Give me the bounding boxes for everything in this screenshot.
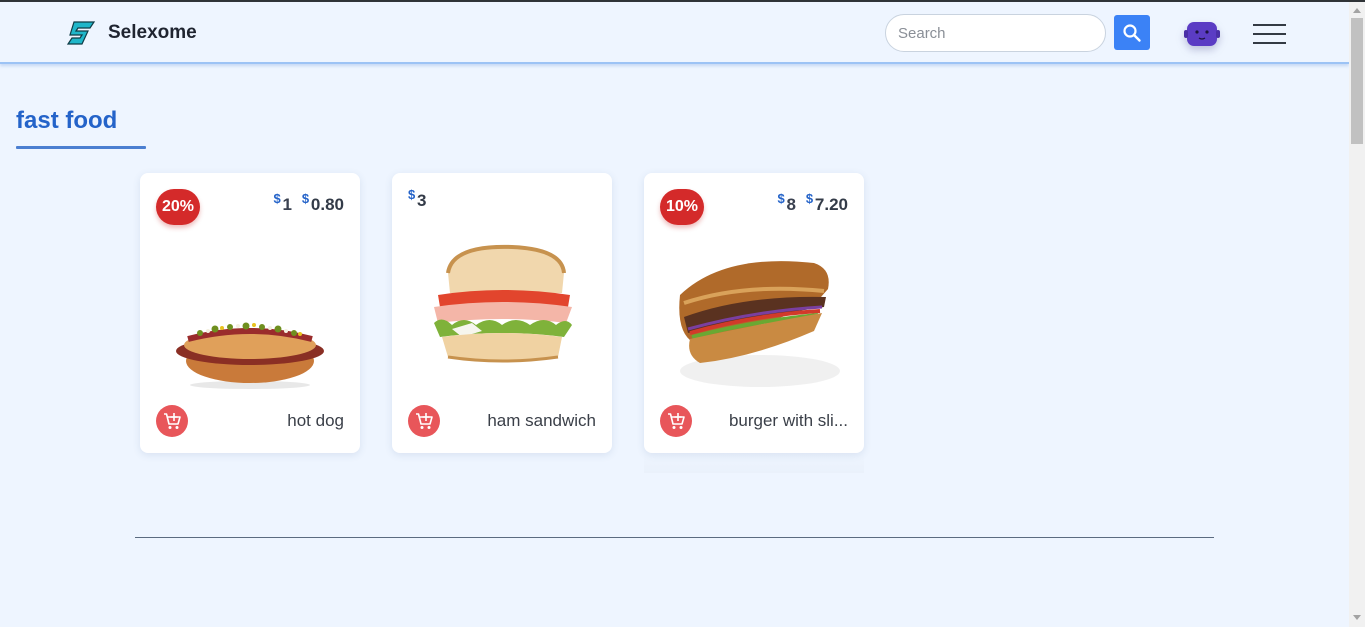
- scroll-down-arrow-icon[interactable]: [1353, 615, 1361, 620]
- product-name[interactable]: burger with sli...: [729, 411, 848, 431]
- sub-sandwich-image: [679, 261, 840, 387]
- old-price-value: 8: [786, 195, 796, 214]
- add-to-cart-button[interactable]: [660, 405, 692, 437]
- current-price: $7.20: [806, 191, 848, 215]
- discount-badge: 10%: [660, 189, 704, 225]
- price-group: $1 $0.80: [273, 191, 344, 215]
- currency-symbol: $: [777, 191, 785, 206]
- price-value: 3: [417, 191, 427, 210]
- product-card-burger[interactable]: 10% $8 $7.20 burger with sli...: [644, 173, 864, 453]
- category-underline: [16, 146, 146, 149]
- menu-bar: [1253, 24, 1286, 26]
- ham-sandwich-image: [434, 244, 572, 363]
- card-shadow-area: [644, 453, 864, 473]
- old-price-value: 1: [282, 195, 292, 214]
- currency-symbol: $: [273, 191, 281, 206]
- old-price: $1: [273, 191, 292, 215]
- price-value: 7.20: [814, 195, 848, 214]
- cart-plus-icon: [668, 413, 685, 429]
- cart-plus-icon: [416, 413, 433, 429]
- hot-dog-image: [176, 322, 324, 389]
- product-card-ham-sandwich[interactable]: $3 ham sandwich: [392, 173, 612, 453]
- add-to-cart-button[interactable]: [156, 405, 188, 437]
- scroll-up-arrow-icon[interactable]: [1353, 8, 1361, 13]
- search-input[interactable]: [885, 14, 1106, 52]
- price-group: $3: [408, 187, 427, 211]
- current-price: $0.80: [302, 191, 344, 215]
- logo-icon[interactable]: [66, 20, 96, 46]
- old-price: $8: [777, 191, 796, 215]
- search-button[interactable]: [1114, 15, 1150, 50]
- add-to-cart-button[interactable]: [408, 405, 440, 437]
- currency-symbol: $: [301, 191, 310, 206]
- product-name[interactable]: ham sandwich: [487, 411, 596, 431]
- search-icon: [1123, 23, 1141, 42]
- discount-badge: 20%: [156, 189, 200, 225]
- category-title: fast food: [16, 107, 118, 134]
- currency-symbol: $: [805, 191, 814, 206]
- navbar: Selexome: [0, 2, 1349, 64]
- currency-symbol: $: [408, 187, 416, 202]
- product-name[interactable]: hot dog: [287, 411, 344, 431]
- menu-bar: [1253, 42, 1286, 44]
- price-group: $8 $7.20: [777, 191, 848, 215]
- vertical-scrollbar[interactable]: [1349, 2, 1365, 627]
- scrollbar-thumb[interactable]: [1351, 18, 1363, 144]
- menu-bar: [1253, 33, 1286, 35]
- brand-name[interactable]: Selexome: [108, 22, 197, 44]
- current-price: $3: [408, 187, 427, 211]
- cart-plus-icon: [164, 413, 181, 429]
- hamburger-menu-button[interactable]: [1252, 22, 1288, 48]
- price-value: 0.80: [310, 195, 344, 214]
- product-card-hot-dog[interactable]: 20% $1 $0.80 hot dog: [140, 173, 360, 453]
- section-divider: [135, 537, 1214, 538]
- user-avatar[interactable]: [1184, 19, 1220, 49]
- robot-avatar-icon: [1184, 22, 1220, 46]
